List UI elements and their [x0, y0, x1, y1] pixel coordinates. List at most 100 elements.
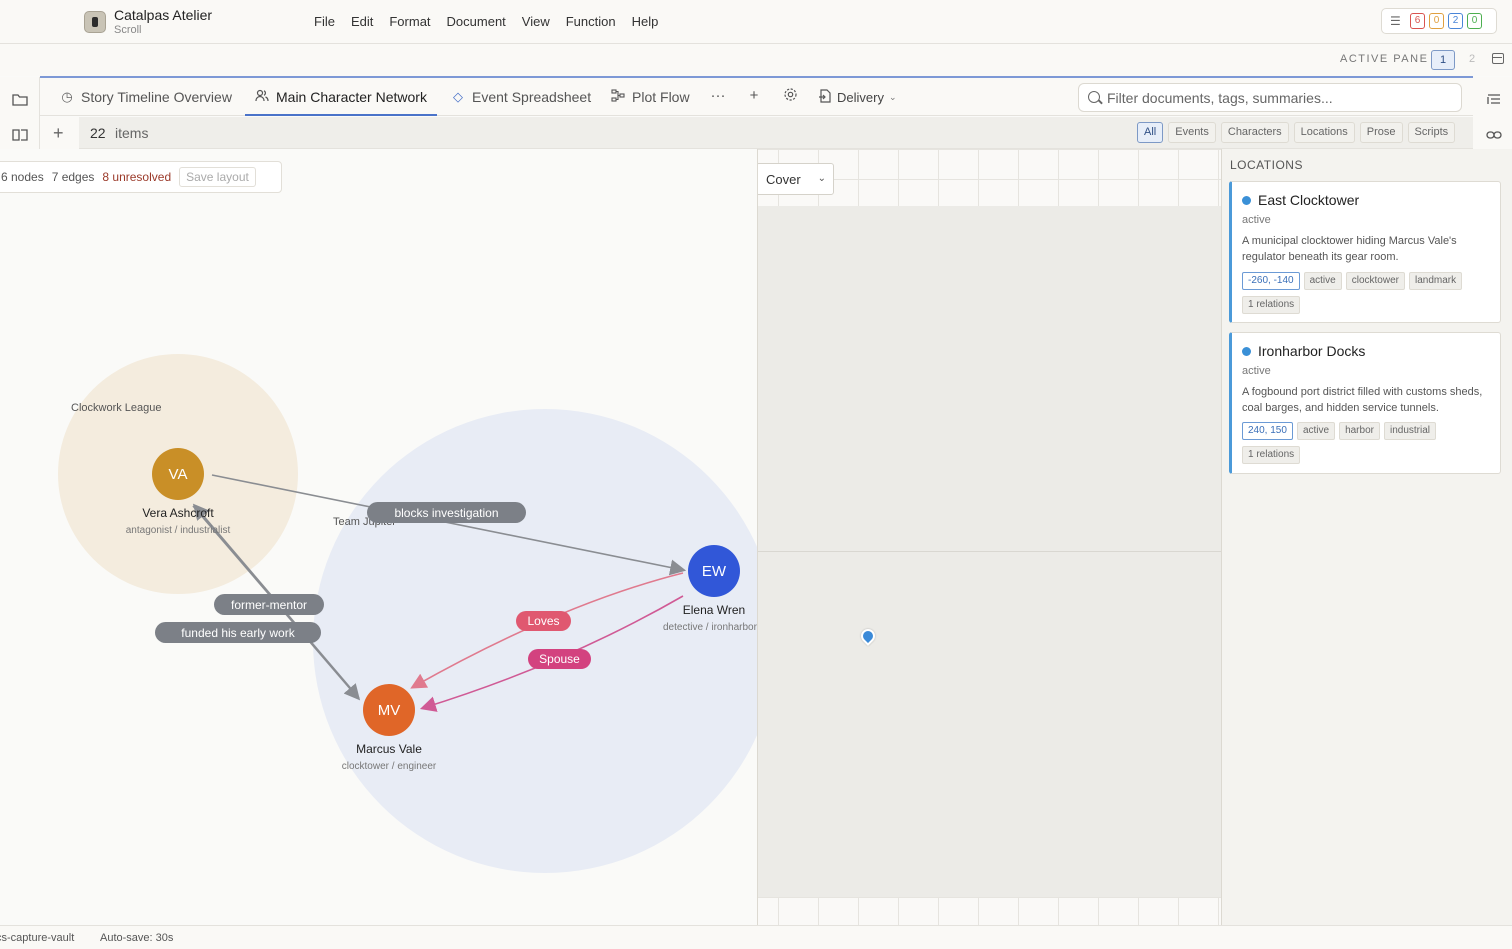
location-tag[interactable]: harbor — [1339, 422, 1380, 440]
unresolved-count: 8 unresolved — [102, 170, 172, 184]
tab-character-network[interactable]: Main Character Network — [245, 78, 437, 116]
add-tab-button[interactable]: + — [745, 87, 763, 105]
diamond-icon: ◇ — [453, 88, 463, 104]
search-box[interactable] — [1078, 83, 1462, 112]
edge-label-spouse[interactable]: Spouse — [528, 649, 591, 669]
folder-icon[interactable] — [11, 93, 28, 107]
menu-document[interactable]: Document — [439, 13, 514, 31]
location-tag[interactable]: landmark — [1408, 272, 1463, 290]
tab-event-spreadsheet[interactable]: ◇ Event Spreadsheet — [451, 78, 591, 115]
settings-gear-icon[interactable] — [781, 87, 799, 105]
node-name: Marcus Vale — [356, 742, 422, 756]
warning-count-badge: 0 — [1429, 13, 1444, 29]
error-count-badge: 6 — [1410, 13, 1425, 29]
edge-label-blocks-investigation[interactable]: blocks investigation — [367, 502, 526, 523]
tab-story-timeline[interactable]: ◷ Story Timeline Overview — [60, 78, 232, 115]
graph-stats-bar: 6 nodes 7 edges 8 unresolved Save layout — [0, 161, 282, 193]
node-role: antagonist / industrialist — [126, 525, 231, 536]
filter-events[interactable]: Events — [1168, 122, 1216, 143]
export-icon — [818, 88, 832, 106]
pane-1-button[interactable]: 1 — [1431, 50, 1455, 70]
menu-file[interactable]: File — [306, 13, 343, 31]
plus-icon: + — [53, 123, 64, 143]
edge-label-loves[interactable]: Loves — [516, 611, 571, 631]
more-tabs-button[interactable]: ··· — [709, 87, 727, 105]
map-grid — [758, 897, 1221, 925]
book-icon[interactable] — [11, 128, 28, 142]
filter-prose[interactable]: Prose — [1359, 122, 1403, 143]
location-tag[interactable]: active — [1303, 272, 1342, 290]
node-initials: MV — [378, 702, 401, 719]
pane-2-button[interactable]: 2 — [1460, 50, 1484, 70]
edge-label-text: Loves — [527, 614, 559, 628]
tab-plot-flow[interactable]: Plot Flow — [611, 78, 690, 115]
edge-label-funded-work[interactable]: funded his early work — [155, 622, 321, 643]
location-tag[interactable]: active — [1296, 422, 1336, 440]
filter-locations[interactable]: Locations — [1293, 122, 1355, 143]
location-relations[interactable]: 1 relations — [1242, 446, 1301, 464]
node-name: Vera Ashcroft — [142, 506, 214, 520]
app-logo-icon — [84, 11, 106, 33]
app-subtitle: Scroll — [114, 24, 142, 36]
filter-all[interactable]: All — [1137, 122, 1164, 143]
location-tag[interactable]: clocktower — [1345, 272, 1405, 290]
delivery-label: Delivery — [837, 89, 884, 105]
location-coords[interactable]: 240, 150 — [1242, 422, 1293, 440]
checklist-icon: ☰ — [1390, 14, 1401, 28]
node-name: Elena Wren — [683, 603, 745, 617]
split-pane-icon[interactable] — [1492, 53, 1504, 64]
menu-format[interactable]: Format — [381, 13, 438, 31]
node-role: clocktower / engineer — [342, 761, 437, 772]
outline-icon[interactable] — [1485, 93, 1502, 107]
location-card-ironharbor-docks[interactable]: Ironharbor Docks active A fogbound port … — [1229, 332, 1501, 474]
menu-help[interactable]: Help — [624, 13, 667, 31]
character-network-canvas[interactable]: Clockwork League Team Jupiter blocks inv… — [0, 149, 757, 925]
search-input[interactable] — [1107, 88, 1457, 108]
tab-bar: ◷ Story Timeline Overview Main Character… — [40, 76, 1473, 116]
right-rail — [1473, 77, 1512, 149]
edge-label-text: former-mentor — [231, 598, 307, 612]
tab-label: Main Character Network — [276, 88, 427, 105]
location-tag[interactable]: industrial — [1383, 422, 1436, 440]
map-panel[interactable]: Cover ⌄ — [757, 149, 1221, 925]
left-rail — [0, 77, 40, 149]
locations-title: LOCATIONS — [1230, 158, 1303, 172]
delivery-dropdown[interactable]: Delivery ⌄ — [818, 86, 897, 108]
map-pin-icon[interactable] — [858, 626, 878, 646]
menu-function[interactable]: Function — [558, 13, 624, 31]
location-relations[interactable]: 1 relations — [1242, 296, 1301, 314]
new-document-button[interactable]: + — [40, 117, 79, 149]
node-role: detective / ironharbor — [663, 622, 757, 633]
location-status: active — [1242, 365, 1271, 377]
save-layout-button[interactable]: Save layout — [179, 167, 256, 187]
active-pane-label: ACTIVE PANE — [1340, 53, 1429, 65]
location-coords[interactable]: -260, -140 — [1242, 272, 1300, 290]
link-icon[interactable] — [1485, 128, 1502, 142]
status-footer: cs-capture-vault Auto-save: 30s — [0, 925, 1512, 949]
node-count: 6 nodes — [1, 170, 44, 184]
item-count: 22 — [90, 125, 106, 141]
location-relations-row: 1 relations — [1242, 296, 1301, 314]
cover-select[interactable]: Cover ⌄ — [758, 163, 834, 195]
filter-scripts[interactable]: Scripts — [1407, 122, 1456, 143]
location-dot-icon — [1242, 196, 1251, 205]
map-divider — [758, 551, 1221, 552]
location-name: East Clocktower — [1258, 192, 1360, 208]
menu-edit[interactable]: Edit — [343, 13, 381, 31]
flow-icon — [611, 88, 625, 105]
chevron-down-icon: ⌄ — [817, 173, 826, 184]
tab-label: Plot Flow — [632, 88, 690, 105]
clock-icon: ◷ — [61, 88, 73, 104]
filter-characters[interactable]: Characters — [1220, 122, 1289, 143]
status-counts[interactable]: ☰ 6 0 2 0 — [1381, 8, 1497, 34]
location-card-east-clocktower[interactable]: East Clocktower active A municipal clock… — [1229, 181, 1501, 323]
tab-label: Story Timeline Overview — [81, 88, 232, 105]
filter-chips: All Events Characters Locations Prose Sc… — [1137, 122, 1456, 143]
menu-view[interactable]: View — [514, 13, 558, 31]
locations-panel: LOCATIONS East Clocktower active A munic… — [1221, 149, 1512, 925]
cover-select-value: Cover — [766, 171, 801, 187]
edge-label-text: blocks investigation — [394, 506, 498, 520]
edge-label-former-mentor[interactable]: former-mentor — [214, 594, 324, 615]
item-bar: 22 items All Events Characters Locations… — [79, 117, 1473, 149]
vault-name: cs-capture-vault — [0, 932, 75, 944]
